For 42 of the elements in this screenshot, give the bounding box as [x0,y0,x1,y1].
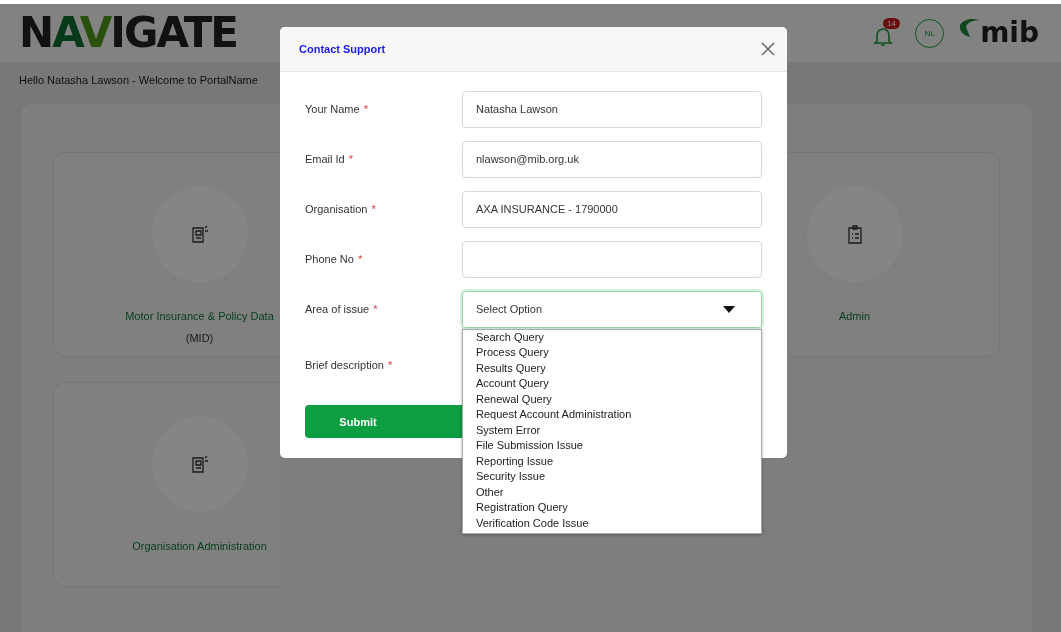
field-label: Email Id [305,153,345,165]
dropdown-option[interactable]: File Submission Issue [476,438,761,454]
notification-badge: 14 [883,18,901,29]
dropdown-option[interactable]: Results Query [476,360,761,376]
field-label: Organisation [305,203,368,215]
field-label: Phone No [305,253,354,265]
dropdown-option[interactable]: Request Account Administration [476,407,761,423]
tile-label: Organisation Administration [132,540,267,552]
document-icon [189,224,210,244]
input-field[interactable] [462,240,762,278]
tile-label: Motor Insurance & Policy Data [125,310,274,322]
dropdown-option[interactable]: Verification Code Issue [476,515,761,531]
tile-label: Admin [838,310,871,322]
caret-icon [723,305,735,313]
dropdown-option[interactable]: Renewal Query [476,391,761,407]
required-mark: * [371,203,376,215]
required-mark: * [348,153,354,165]
input-field[interactable]: nlawson@mib.org.uk [462,140,762,178]
field-label: Area of issue [305,303,370,315]
dropdown-option[interactable]: Registration Query [476,500,761,516]
input-field[interactable]: AXA INSURANCE - 1790000 [462,190,762,228]
dropdown-option[interactable]: Account Query [476,376,761,392]
dropdown-option[interactable]: Reporting Issue [476,453,761,469]
brand-logo: mib [980,19,1039,47]
dialog-title: Contact Support [299,43,386,55]
required-mark: * [363,103,368,115]
required-mark: * [387,359,393,371]
dropdown-option[interactable]: Security Issue [476,469,761,485]
portal-tile[interactable]: Motor Insurance & Policy Data (MID) [53,152,280,357]
input-field[interactable]: Natasha Lawson [462,90,762,128]
navigate-logo: NAVIGATE [19,12,238,54]
document-icon [189,454,210,474]
field-label: Your Name [305,103,360,115]
required-mark: * [357,253,363,265]
close-icon[interactable] [761,42,775,56]
field-label: Brief description [305,359,384,371]
dropdown-option[interactable]: Other [476,484,761,500]
greeting-text: Hello Natasha Lawson - Welcome to PortalName [18,73,259,88]
tile-sublabel: (MID) [185,332,214,344]
required-mark: * [373,303,378,315]
dropdown-option[interactable]: System Error [476,422,761,438]
select-field[interactable]: Select Option [462,290,762,328]
